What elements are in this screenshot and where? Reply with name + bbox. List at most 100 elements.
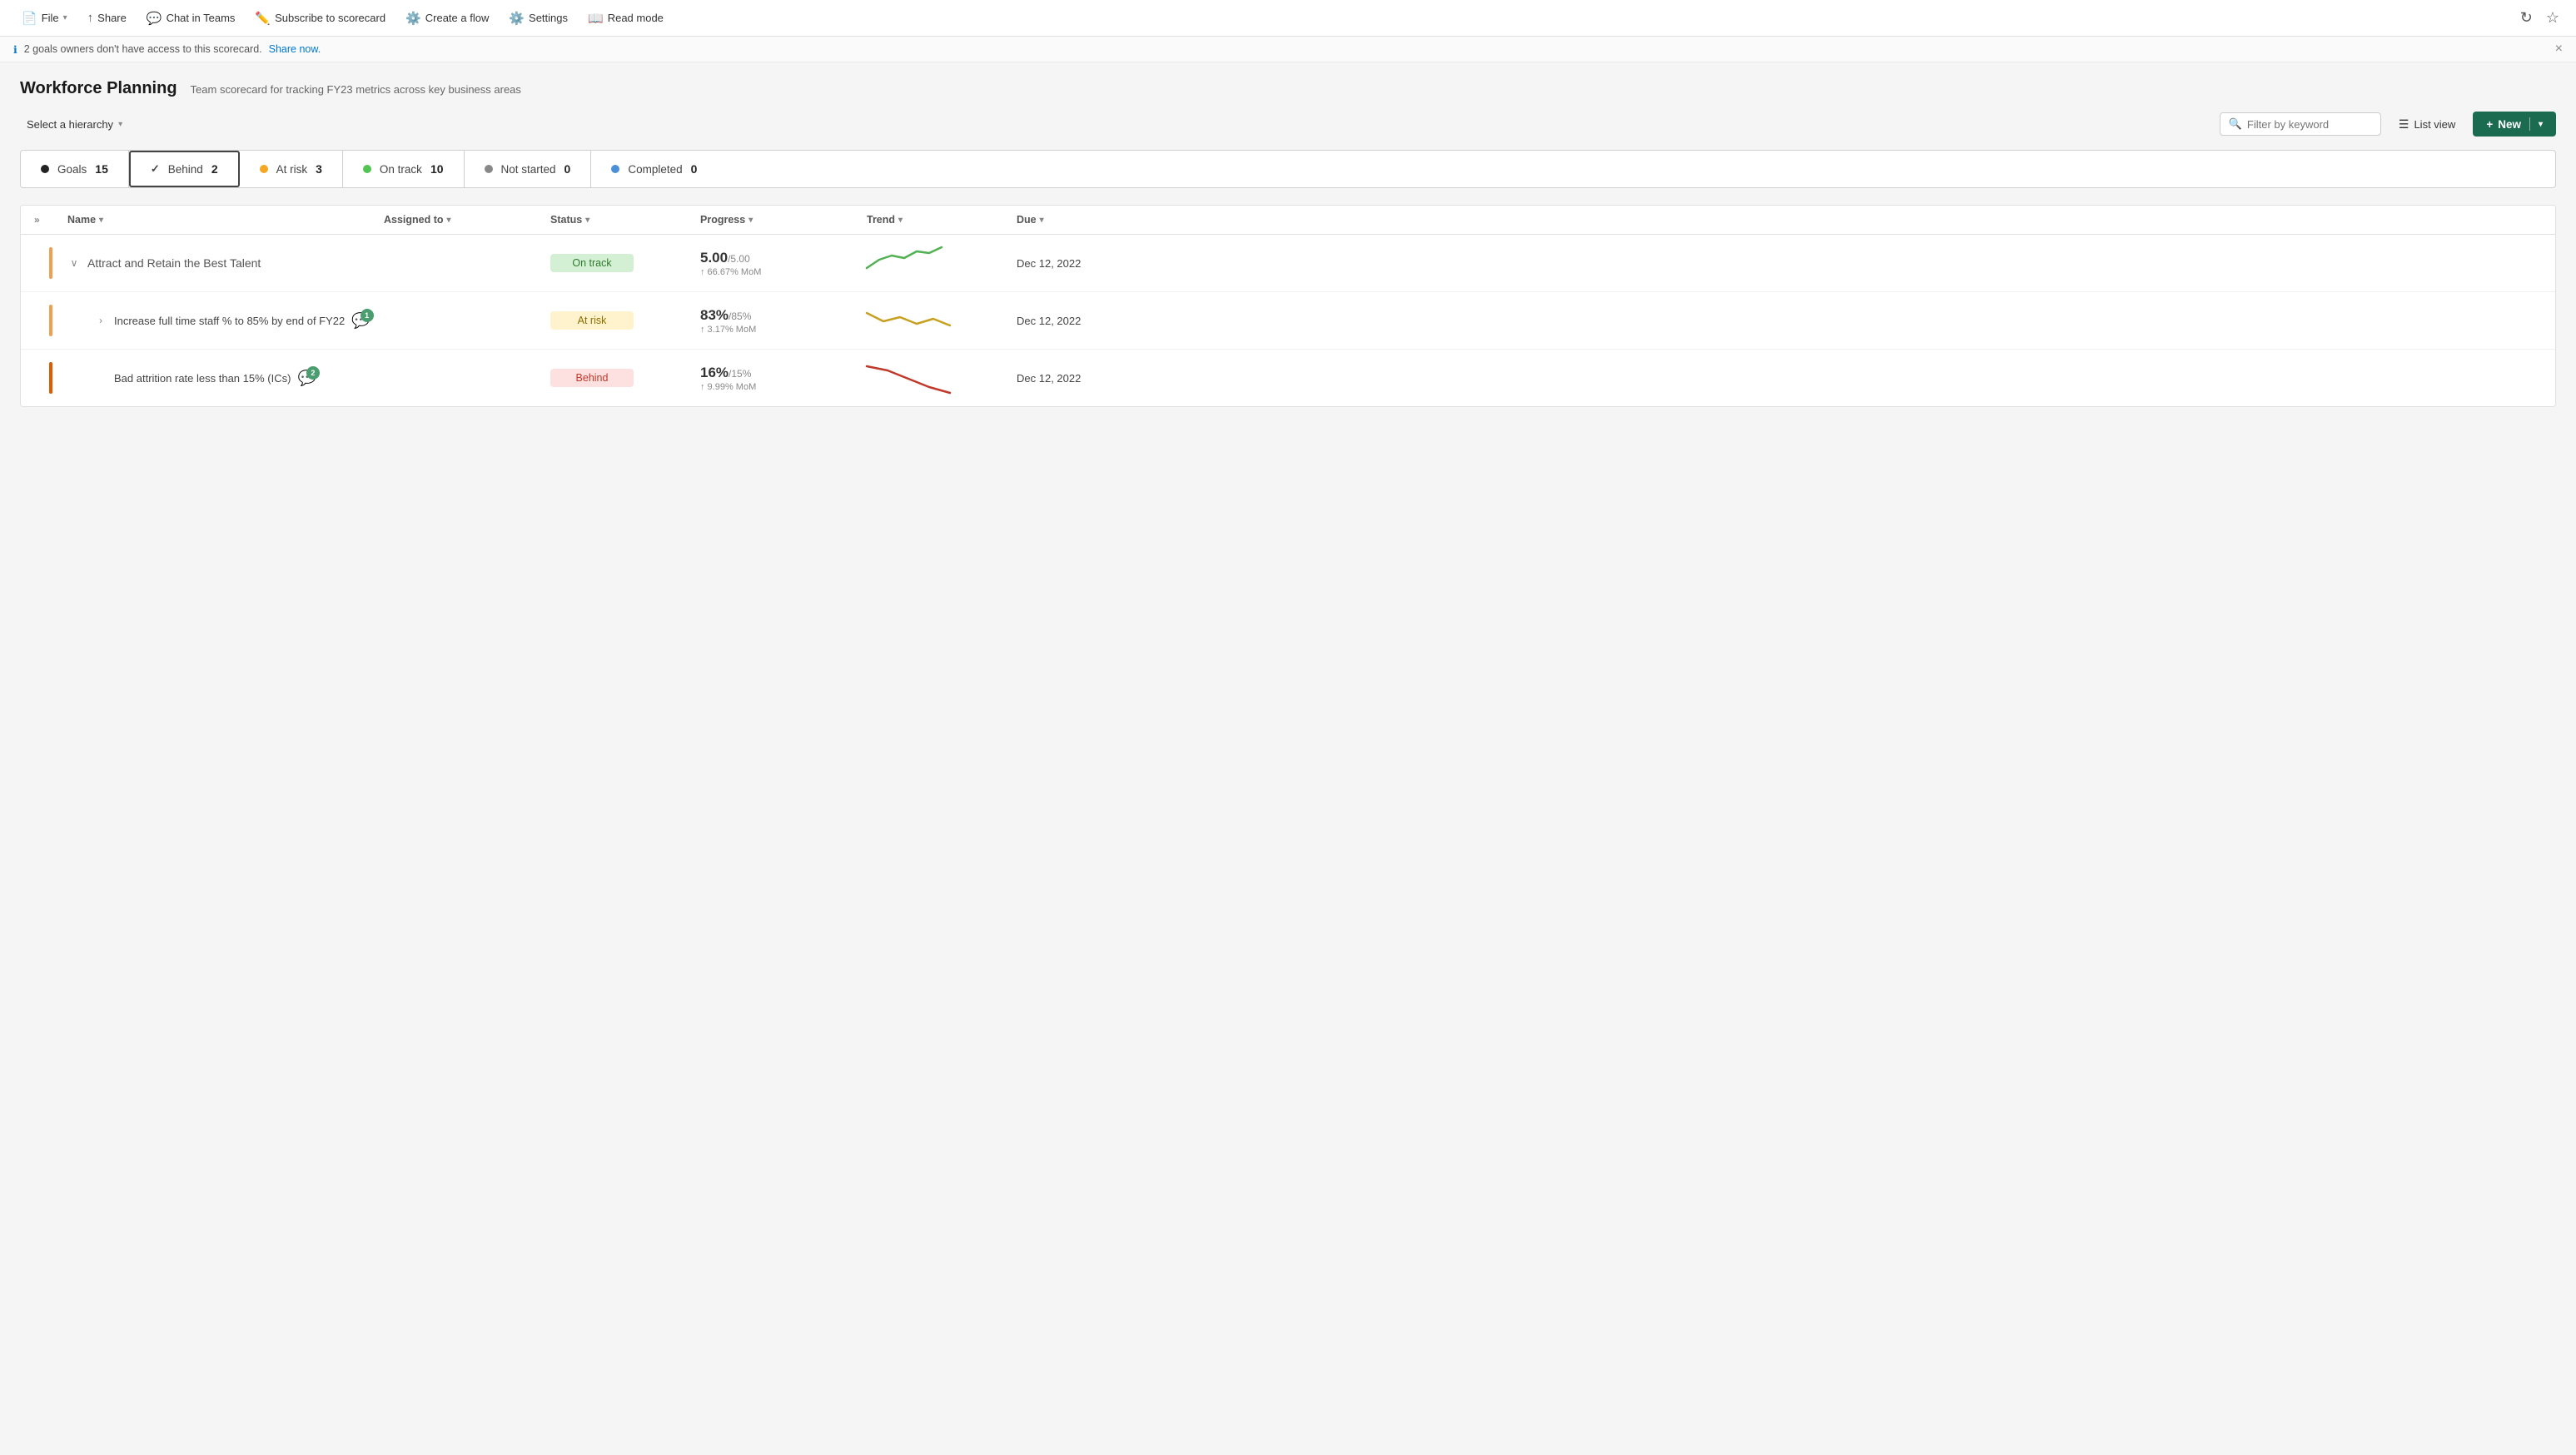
goal-name: Attract and Retain the Best Talent xyxy=(87,256,261,270)
trend-chart xyxy=(867,358,958,395)
comment-badge-wrap[interactable]: 💬 2 xyxy=(297,370,316,387)
status-tab-count: 0 xyxy=(691,162,698,176)
status-tab-label: Goals xyxy=(57,163,87,176)
status-tab-count: 0 xyxy=(564,162,571,176)
th-status-label: Status xyxy=(550,214,582,226)
dot-icon xyxy=(485,165,493,173)
status-tab-label: At risk xyxy=(276,163,308,176)
trend-chart xyxy=(867,243,958,281)
status-cell: On track xyxy=(550,254,700,272)
collapse-icon[interactable]: ∨ xyxy=(67,257,81,269)
chat-teams-icon: 💬 xyxy=(147,11,162,26)
row-expand-cell xyxy=(34,305,67,336)
list-view-icon: ☰ xyxy=(2399,117,2409,132)
table-row-1[interactable]: › Increase full time staff % to 85% by e… xyxy=(21,292,2555,350)
create-flow-button[interactable]: ⚙️ Create a flow xyxy=(397,7,497,29)
expand-icon[interactable]: › xyxy=(94,315,107,326)
new-chevron-icon: ▾ xyxy=(2539,120,2543,129)
table-row-0[interactable]: ∨ Attract and Retain the Best Talent On … xyxy=(21,235,2555,292)
row-accent xyxy=(49,362,52,394)
filter-input[interactable] xyxy=(2247,118,2372,131)
progress-cell: 83%/85% ↑ 3.17% MoM xyxy=(700,307,867,335)
status-tab-at-risk[interactable]: At risk 3 xyxy=(240,151,343,187)
name-cell: ∨ Attract and Retain the Best Talent xyxy=(67,256,384,270)
progress-main: 16% xyxy=(700,365,729,380)
goals-table: » Name ▾ Assigned to ▾ Status ▾ Progress… xyxy=(20,205,2556,407)
file-menu[interactable]: 📄 File ▾ xyxy=(13,7,76,29)
chat-teams-button[interactable]: 💬 Chat in Teams xyxy=(138,7,244,29)
hierarchy-select[interactable]: Select a hierarchy ▾ xyxy=(20,114,129,135)
status-tab-not-started[interactable]: Not started 0 xyxy=(465,151,592,187)
th-name-sort-icon: ▾ xyxy=(99,216,103,225)
name-cell: › Increase full time staff % to 85% by e… xyxy=(67,312,384,330)
status-tab-count: 10 xyxy=(430,162,444,176)
notice-share-link[interactable]: Share now. xyxy=(269,43,321,55)
th-assigned[interactable]: Assigned to ▾ xyxy=(384,214,550,226)
status-tab-completed[interactable]: Completed 0 xyxy=(591,151,717,187)
status-tab-label: Behind xyxy=(168,163,203,176)
settings-button[interactable]: ⚙️ Settings xyxy=(500,7,576,29)
read-mode-button[interactable]: 📖 Read mode xyxy=(579,7,672,29)
th-assigned-sort-icon: ▾ xyxy=(447,216,451,225)
subscribe-button[interactable]: ✏️ Subscribe to scorecard xyxy=(246,7,394,29)
status-tab-goals[interactable]: Goals 15 xyxy=(21,151,129,187)
share-label: Share xyxy=(97,12,127,24)
status-tab-on-track[interactable]: On track 10 xyxy=(343,151,465,187)
th-due[interactable]: Due ▾ xyxy=(1017,214,1133,226)
due-cell: Dec 12, 2022 xyxy=(1017,315,1133,327)
th-progress[interactable]: Progress ▾ xyxy=(700,214,867,226)
dot-icon xyxy=(363,165,371,173)
expand-all-icon[interactable]: » xyxy=(34,214,67,226)
th-due-sort-icon: ▾ xyxy=(1040,216,1044,225)
trend-cell xyxy=(867,243,1017,283)
read-mode-label: Read mode xyxy=(608,12,664,24)
progress-mom: ↑ 9.99% MoM xyxy=(700,382,867,392)
share-button[interactable]: ↑ Share xyxy=(79,7,135,28)
new-button[interactable]: + New ▾ xyxy=(2473,112,2556,137)
file-icon: 📄 xyxy=(22,11,37,26)
hierarchy-chevron-icon: ▾ xyxy=(118,120,122,129)
status-badge: On track xyxy=(550,254,634,272)
progress-target: /5.00 xyxy=(728,253,750,265)
row-accent xyxy=(49,305,52,336)
read-mode-icon: 📖 xyxy=(588,11,604,26)
filter-input-wrap[interactable]: 🔍 xyxy=(2220,112,2381,136)
comment-count-badge: 1 xyxy=(361,309,374,322)
th-trend[interactable]: Trend ▾ xyxy=(867,214,1017,226)
status-tab-label: On track xyxy=(380,163,422,176)
list-view-button[interactable]: ☰ List view xyxy=(2390,112,2464,137)
checkmark-icon: ✓ xyxy=(151,162,160,176)
row-accent xyxy=(49,247,52,279)
row-expand-cell xyxy=(34,247,67,279)
table-row-2[interactable]: Bad attrition rate less than 15% (ICs) 💬… xyxy=(21,350,2555,406)
th-trend-label: Trend xyxy=(867,214,895,226)
progress-target: /15% xyxy=(729,368,751,380)
th-status[interactable]: Status ▾ xyxy=(550,214,700,226)
file-chevron-icon: ▾ xyxy=(63,13,67,22)
status-tab-count: 2 xyxy=(211,162,218,176)
create-flow-icon: ⚙️ xyxy=(405,11,421,26)
star-icon[interactable]: ☆ xyxy=(2543,6,2563,30)
th-status-sort-icon: ▾ xyxy=(585,216,589,225)
new-plus-icon: + xyxy=(2486,118,2493,131)
progress-target: /85% xyxy=(729,310,751,322)
notice-close-button[interactable]: × xyxy=(2555,42,2563,57)
progress-main: 83% xyxy=(700,307,729,323)
due-cell: Dec 12, 2022 xyxy=(1017,372,1133,385)
subscribe-label: Subscribe to scorecard xyxy=(275,12,385,24)
th-progress-sort-icon: ▾ xyxy=(748,216,753,225)
status-tab-behind[interactable]: ✓ Behind 2 xyxy=(129,151,240,187)
share-icon: ↑ xyxy=(87,11,94,25)
new-btn-divider xyxy=(2529,117,2530,131)
new-label: New xyxy=(2498,118,2521,131)
notice-bar-content: ℹ 2 goals owners don't have access to th… xyxy=(13,43,321,56)
page-header: Workforce Planning Team scorecard for tr… xyxy=(20,79,2556,98)
refresh-icon[interactable]: ↻ xyxy=(2517,6,2536,30)
goal-name: Bad attrition rate less than 15% (ICs) xyxy=(114,372,291,385)
goal-name: Increase full time staff % to 85% by end… xyxy=(114,315,345,327)
th-name[interactable]: Name ▾ xyxy=(67,214,384,226)
comment-badge-wrap[interactable]: 💬 1 xyxy=(351,312,370,330)
progress-cell: 16%/15% ↑ 9.99% MoM xyxy=(700,365,867,392)
status-badge: Behind xyxy=(550,369,634,387)
progress-mom: ↑ 66.67% MoM xyxy=(700,267,867,277)
